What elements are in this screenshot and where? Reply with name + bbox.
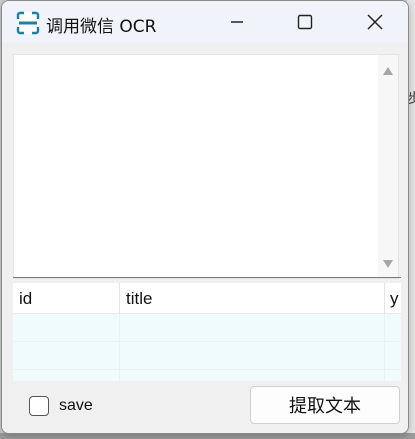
scan-icon — [16, 11, 40, 35]
cell-id — [13, 342, 120, 370]
app-window: 调用微信 OCR id title y save 提取文本 — [1, 0, 409, 434]
cell-y — [385, 370, 401, 381]
ocr-output-text — [14, 55, 398, 63]
splitter[interactable] — [13, 277, 401, 278]
extract-text-button[interactable]: 提取文本 — [250, 386, 400, 424]
maximize-icon — [297, 14, 313, 30]
table-header: id title y — [13, 283, 401, 314]
cell-y — [385, 342, 401, 370]
client-area: id title y save 提取文本 — [2, 43, 408, 433]
table-row[interactable] — [13, 342, 401, 370]
cell-title — [120, 370, 385, 381]
table-row[interactable] — [13, 314, 401, 342]
save-checkbox[interactable] — [29, 396, 49, 416]
window-title: 调用微信 OCR — [46, 17, 157, 37]
column-header-id[interactable]: id — [13, 283, 120, 314]
close-button[interactable] — [340, 1, 408, 43]
cell-y — [385, 314, 401, 342]
maximize-button[interactable] — [270, 1, 340, 43]
cell-id — [13, 370, 120, 381]
table-row[interactable] — [13, 370, 401, 381]
vertical-scrollbar[interactable] — [378, 55, 398, 278]
cell-id — [13, 314, 120, 342]
scroll-down-icon[interactable] — [383, 260, 393, 268]
ocr-output-textbox[interactable] — [13, 54, 399, 279]
close-icon — [367, 14, 383, 30]
title-bar[interactable]: 调用微信 OCR — [2, 1, 408, 43]
minimize-icon — [231, 21, 243, 23]
column-header-y[interactable]: y — [385, 283, 401, 314]
cell-title — [120, 314, 385, 342]
minimize-button[interactable] — [202, 1, 272, 43]
save-checkbox-label[interactable]: save — [59, 397, 93, 415]
footer-bar: save 提取文本 — [2, 381, 408, 433]
results-table: id title y — [13, 283, 401, 381]
cell-title — [120, 342, 385, 370]
scroll-up-icon[interactable] — [383, 67, 393, 75]
column-header-title[interactable]: title — [120, 283, 385, 314]
